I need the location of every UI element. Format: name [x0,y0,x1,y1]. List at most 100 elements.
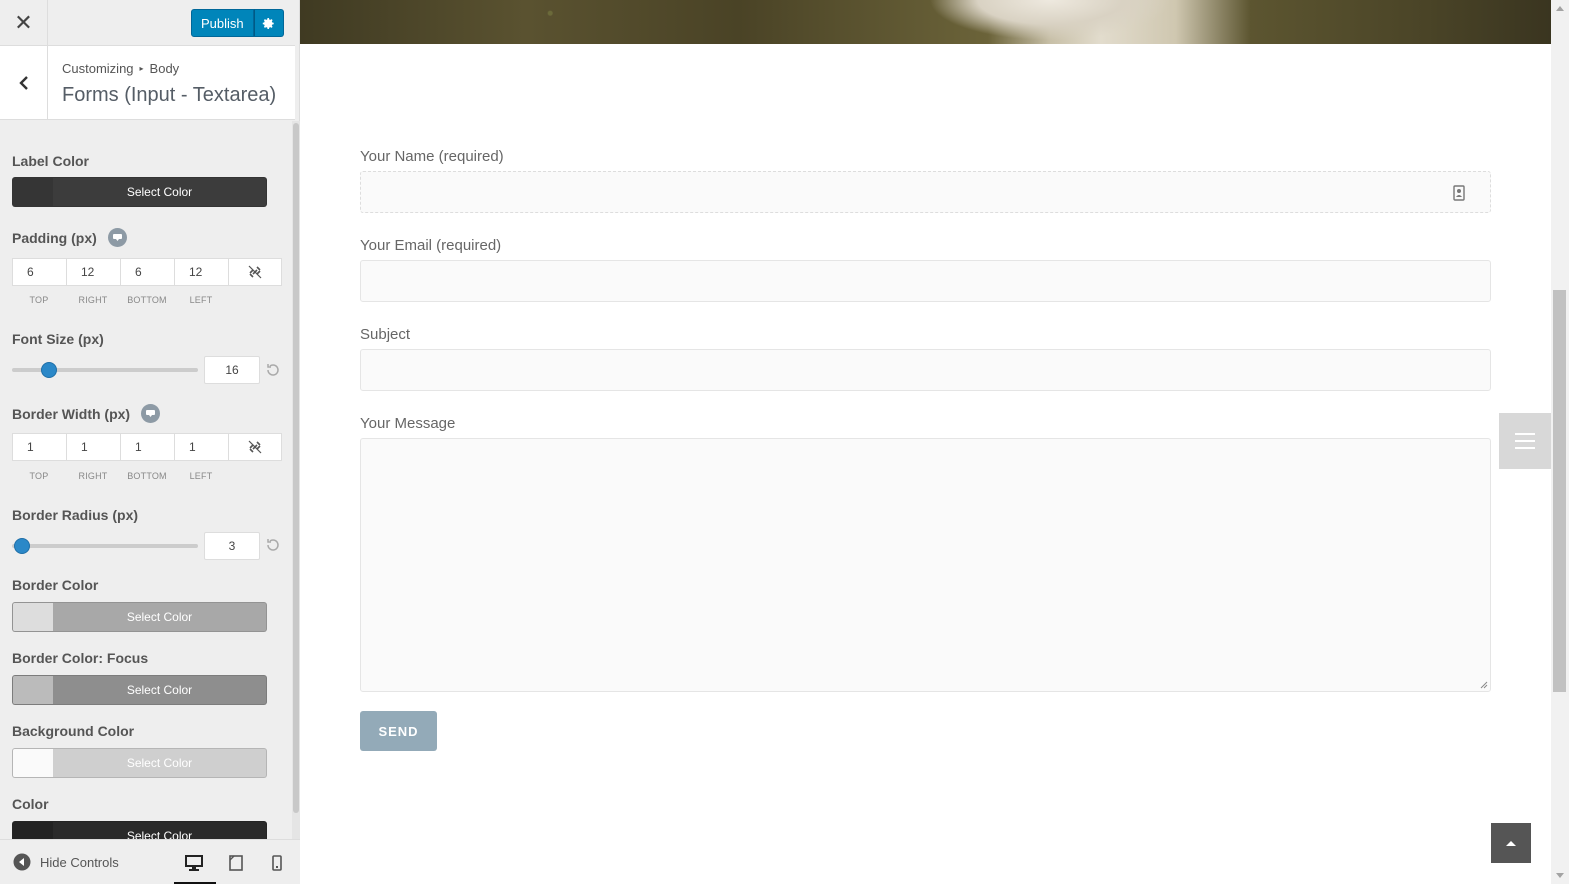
unlink-icon[interactable] [229,434,281,460]
side-label-right: RIGHT [78,295,108,305]
side-label-top: TOP [29,295,49,305]
background-color-picker[interactable]: Select Color [12,748,267,778]
customizer-footer: Hide Controls [0,839,300,884]
side-label-bottom: BOTTOM [127,295,167,305]
customizer-header: ✕ Publish [0,0,295,46]
message-textarea[interactable] [360,438,1491,692]
breadcrumb-separator-icon: ▸ [139,64,144,73]
label-color-picker[interactable]: Select Color [12,177,267,207]
border-width-label-text: Border Width (px) [12,405,131,422]
back-chevron-icon[interactable] [0,46,48,119]
help-icon[interactable] [107,228,127,247]
font-size-label-text: Font Size (px) [12,331,104,347]
background-color-button: Select Color [126,756,193,770]
reset-icon[interactable] [265,362,281,378]
padding-top-input[interactable]: 6 [13,259,67,285]
label-color-button: Select Color [126,185,193,199]
padding-bottom-input[interactable]: 6 [121,259,175,285]
message-label: Your Message [360,415,456,432]
border-width-label: Border Width (px) [12,404,161,423]
email-field[interactable] [360,260,1491,302]
reset-icon[interactable] [265,537,281,553]
border-radius-input[interactable]: 3 [204,532,260,560]
padding-side-labels: TOP RIGHT BOTTOM LEFT [12,295,228,305]
close-icon[interactable]: ✕ [0,0,48,46]
subject-field[interactable] [360,349,1491,391]
border-width-top-input[interactable]: 1 [13,434,67,460]
border-radius-slider-handle[interactable] [14,538,31,554]
background-color-label-text: Background Color [12,723,135,739]
border-color-button: Select Color [126,610,193,624]
breadcrumb-root: Customizing [62,61,134,76]
publish-group: Publish [191,9,284,37]
hide-controls-button[interactable]: Hide Controls [13,853,119,871]
scroll-up-arrow-icon[interactable] [1556,6,1564,11]
sidebar-scrollbar-thumb[interactable] [293,123,299,813]
color-button: Select Color [126,829,193,839]
border-color-label-text: Border Color [12,577,99,593]
resize-grip-icon[interactable] [1480,681,1488,689]
border-width-left-input[interactable]: 1 [175,434,229,460]
scroll-down-arrow-icon[interactable] [1556,873,1564,878]
padding-inputs: 6 12 6 12 [12,258,282,286]
page-scrollbar[interactable] [1551,0,1569,884]
border-radius-label-text: Border Radius (px) [12,507,139,523]
side-label-right: RIGHT [78,471,108,481]
color-label-text: Color [12,796,49,812]
tablet-preview-icon[interactable] [222,848,250,878]
border-color-focus-label-text: Border Color: Focus [12,650,149,666]
desktop-preview-icon[interactable] [174,848,216,884]
padding-label-text: Padding (px) [12,229,97,246]
background-color-label: Background Color [12,723,134,739]
border-color-focus-swatch [13,676,53,704]
border-width-right-input[interactable]: 1 [67,434,121,460]
email-label: Your Email (required) [360,237,502,254]
chevron-up-icon [1506,841,1516,846]
hero-image [300,0,1551,44]
border-radius-slider[interactable] [12,538,198,554]
mobile-preview-icon[interactable] [263,848,291,878]
border-color-focus-picker[interactable]: Select Color [12,675,267,705]
padding-left-input[interactable]: 12 [175,259,229,285]
border-color-label: Border Color [12,577,98,593]
send-button[interactable]: SEND [360,711,437,751]
label-color-label: Label Color [12,153,89,169]
breadcrumb: Customizing ▸ Body [62,61,179,76]
border-color-focus-button: Select Color [126,683,193,697]
font-size-input[interactable]: 16 [204,356,260,384]
publish-button[interactable]: Publish [191,9,254,37]
gear-icon[interactable] [253,9,284,37]
border-radius-label: Border Radius (px) [12,507,138,523]
padding-label: Padding (px) [12,228,127,247]
help-icon[interactable] [141,404,161,423]
sidebar-scrollbar[interactable] [292,121,300,839]
color-picker[interactable]: Select Color [12,821,267,839]
site-preview: Your Name (required) Your Email (require… [300,0,1551,884]
page-scrollbar-thumb[interactable] [1553,290,1566,692]
back-to-top-button[interactable] [1491,823,1531,863]
side-label-left: LEFT [189,471,213,481]
unlink-icon[interactable] [229,259,281,285]
label-color-swatch [13,178,53,206]
font-size-slider-handle[interactable] [41,362,58,378]
contact-card-icon[interactable] [1452,185,1466,201]
color-label: Color [12,796,49,812]
border-width-bottom-input[interactable]: 1 [121,434,175,460]
padding-right-input[interactable]: 12 [67,259,121,285]
font-size-slider[interactable] [12,362,198,378]
label-color-text: Label Color [12,153,90,169]
subject-label: Subject [360,326,411,343]
customizer-sidebar: ✕ Publish Customizing ▸ Body Forms (Inpu… [0,0,300,884]
breadcrumb-child: Body [149,61,180,76]
name-label: Your Name (required) [360,148,504,165]
color-swatch [13,822,53,839]
border-width-inputs: 1 1 1 1 [12,433,282,461]
border-color-picker[interactable]: Select Color [12,602,267,632]
hide-controls-label: Hide Controls [40,854,119,870]
side-label-top: TOP [29,471,49,481]
border-color-focus-label: Border Color: Focus [12,650,148,666]
hamburger-menu-icon[interactable] [1499,413,1551,469]
font-size-label: Font Size (px) [12,331,104,347]
collapse-arrow-icon [13,853,31,871]
name-field[interactable] [360,171,1491,213]
